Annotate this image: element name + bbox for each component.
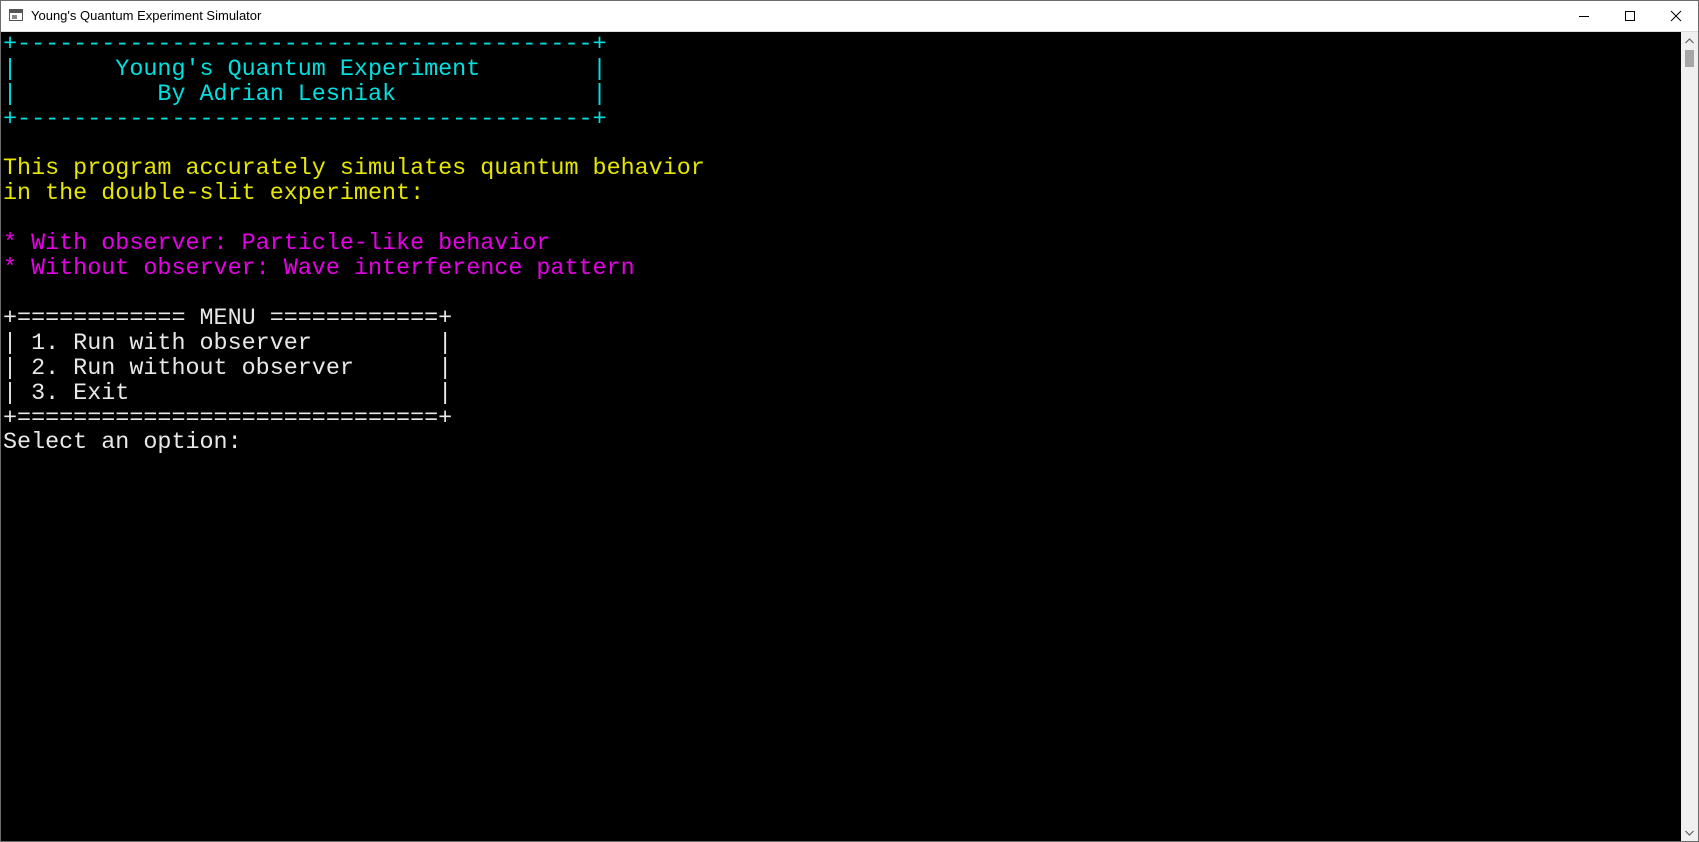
menu-item-run-without-observer: | 2. Run without observer | xyxy=(3,356,453,382)
vertical-scrollbar[interactable] xyxy=(1681,32,1698,841)
menu-item-exit: | 3. Exit | xyxy=(3,381,453,407)
window-title: Young's Quantum Experiment Simulator xyxy=(31,8,262,23)
bullet-with-observer: * With observer: Particle-like behavior xyxy=(3,231,551,257)
minimize-icon xyxy=(1579,16,1589,17)
menu-border-top: +============ MENU ============+ xyxy=(3,306,453,332)
input-prompt[interactable]: Select an option: xyxy=(3,430,256,457)
minimize-button[interactable] xyxy=(1561,1,1607,31)
intro-line: This program accurately simulates quantu… xyxy=(3,156,705,182)
bullet-without-observer: * Without observer: Wave interference pa… xyxy=(3,256,635,282)
close-icon xyxy=(1670,10,1682,22)
console-output[interactable]: +---------------------------------------… xyxy=(1,32,1681,841)
scroll-down-button[interactable] xyxy=(1681,824,1698,841)
header-author: | By Adrian Lesniak | xyxy=(3,82,607,108)
header-border-top: +---------------------------------------… xyxy=(3,32,607,58)
scrollbar-thumb[interactable] xyxy=(1685,50,1694,67)
close-button[interactable] xyxy=(1653,1,1699,31)
console-app-icon xyxy=(9,9,23,21)
menu-item-run-with-observer: | 1. Run with observer | xyxy=(3,331,453,357)
chevron-up-icon xyxy=(1685,37,1694,43)
intro-line: in the double-slit experiment: xyxy=(3,181,425,207)
maximize-button[interactable] xyxy=(1607,1,1653,31)
console-window: Young's Quantum Experiment Simulator +--… xyxy=(0,0,1699,842)
header-title: | Young's Quantum Experiment | xyxy=(3,57,607,83)
title-bar[interactable]: Young's Quantum Experiment Simulator xyxy=(1,1,1698,32)
maximize-icon xyxy=(1625,11,1635,21)
menu-border-bottom: +==============================+ xyxy=(3,406,453,432)
chevron-down-icon xyxy=(1685,830,1694,836)
header-border-bottom: +---------------------------------------… xyxy=(3,107,607,133)
scroll-up-button[interactable] xyxy=(1681,32,1698,49)
